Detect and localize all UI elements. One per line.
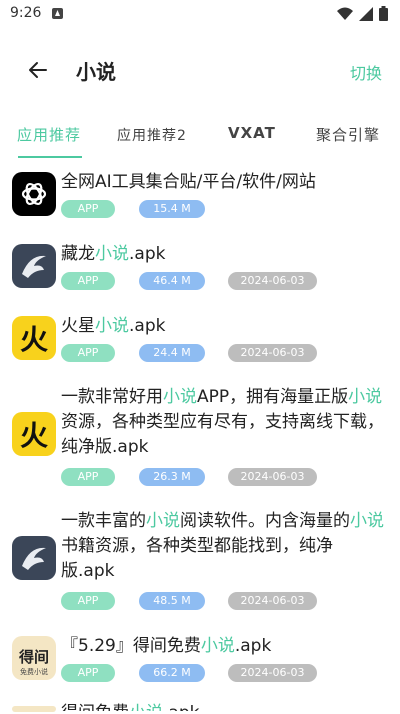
tab-vxat[interactable]: VXAT xyxy=(228,124,276,142)
openai-logo-icon xyxy=(12,172,56,216)
list-item[interactable]: 得间免费小说.apk xyxy=(0,702,400,714)
list-item[interactable]: 火 火星小说.apk APP 24.4 M 2024-06-03 xyxy=(0,312,400,372)
status-time: 9:26 xyxy=(10,5,42,21)
page-title: 小说 xyxy=(76,60,116,84)
type-badge: APP xyxy=(61,592,115,610)
status-icons xyxy=(337,6,388,21)
active-tab-indicator xyxy=(18,156,82,158)
list-item[interactable]: 藏龙小说.apk APP 46.4 M 2024-06-03 xyxy=(0,240,400,300)
size-badge: 26.3 M xyxy=(139,468,205,486)
list-item[interactable]: 一款丰富的小说阅读软件。内含海量的小说书籍资源，各种类型都能找到，纯净版.apk… xyxy=(0,506,400,618)
battery-icon xyxy=(379,6,388,21)
dejian-book-icon xyxy=(12,706,56,712)
huoxing-fire-icon: 火 xyxy=(12,412,56,456)
canglong-dragon-icon xyxy=(12,244,56,288)
item-title: 『5.29』得间免费小说.apk xyxy=(61,636,272,656)
date-badge: 2024-06-03 xyxy=(228,468,317,486)
svg-text:火: 火 xyxy=(20,323,48,356)
item-title: 得间免费小说.apk xyxy=(61,701,386,711)
list-item[interactable]: 得间 免费小说 『5.29』得间免费小说.apk APP 66.2 M 2024… xyxy=(0,632,400,692)
icon-text: 得间 xyxy=(18,648,49,666)
item-title: 一款丰富的小说阅读软件。内含海量的小说书籍资源，各种类型都能找到，纯净版.apk xyxy=(61,511,384,581)
tab-app-recommend-2[interactable]: 应用推荐2 xyxy=(117,125,187,145)
size-badge: 48.5 M xyxy=(139,592,205,610)
tab-aggregate-engine[interactable]: 聚合引擎 xyxy=(316,124,380,145)
back-arrow-icon[interactable] xyxy=(26,58,50,82)
svg-text:火: 火 xyxy=(20,419,48,452)
status-bar: 9:26 xyxy=(0,0,400,28)
huoxing-fire-icon: 火 xyxy=(12,316,56,360)
type-badge: APP xyxy=(61,344,115,362)
wifi-icon xyxy=(337,7,353,20)
date-badge: 2024-06-03 xyxy=(228,664,317,682)
size-badge: 24.4 M xyxy=(139,344,205,362)
signal-icon xyxy=(359,6,373,21)
icon-subtext: 免费小说 xyxy=(20,667,48,676)
dejian-book-icon: 得间 免费小说 xyxy=(12,636,56,680)
switch-button[interactable]: 切换 xyxy=(350,60,382,84)
item-title: 一款非常好用小说APP，拥有海量正版小说资源，各种类型应有尽有，支持离线下载，纯… xyxy=(61,387,384,457)
size-badge: 15.4 M xyxy=(139,200,205,218)
date-badge: 2024-06-03 xyxy=(228,272,317,290)
date-badge: 2024-06-03 xyxy=(228,344,317,362)
list-item[interactable]: 火 一款非常好用小说APP，拥有海量正版小说资源，各种类型应有尽有，支持离线下载… xyxy=(0,382,400,494)
tab-app-recommend[interactable]: 应用推荐 xyxy=(17,124,81,145)
type-badge: APP xyxy=(61,272,115,290)
size-badge: 66.2 M xyxy=(139,664,205,682)
type-badge: APP xyxy=(61,664,115,682)
app-bar: 小说 切换 xyxy=(0,40,400,100)
list-item[interactable]: 全网AI工具集合贴/平台/软件/网站 APP 15.4 M xyxy=(0,168,400,228)
tab-bar: 应用推荐 应用推荐2 VXAT 聚合引擎 xyxy=(0,116,400,160)
canglong-dragon-icon xyxy=(12,536,56,580)
size-badge: 46.4 M xyxy=(139,272,205,290)
date-badge: 2024-06-03 xyxy=(228,592,317,610)
item-title: 火星小说.apk xyxy=(61,316,166,336)
type-badge: APP xyxy=(61,468,115,486)
notification-icon xyxy=(52,8,63,19)
item-title: 藏龙小说.apk xyxy=(61,244,166,264)
item-title: 全网AI工具集合贴/平台/软件/网站 xyxy=(61,172,316,192)
type-badge: APP xyxy=(61,200,115,218)
